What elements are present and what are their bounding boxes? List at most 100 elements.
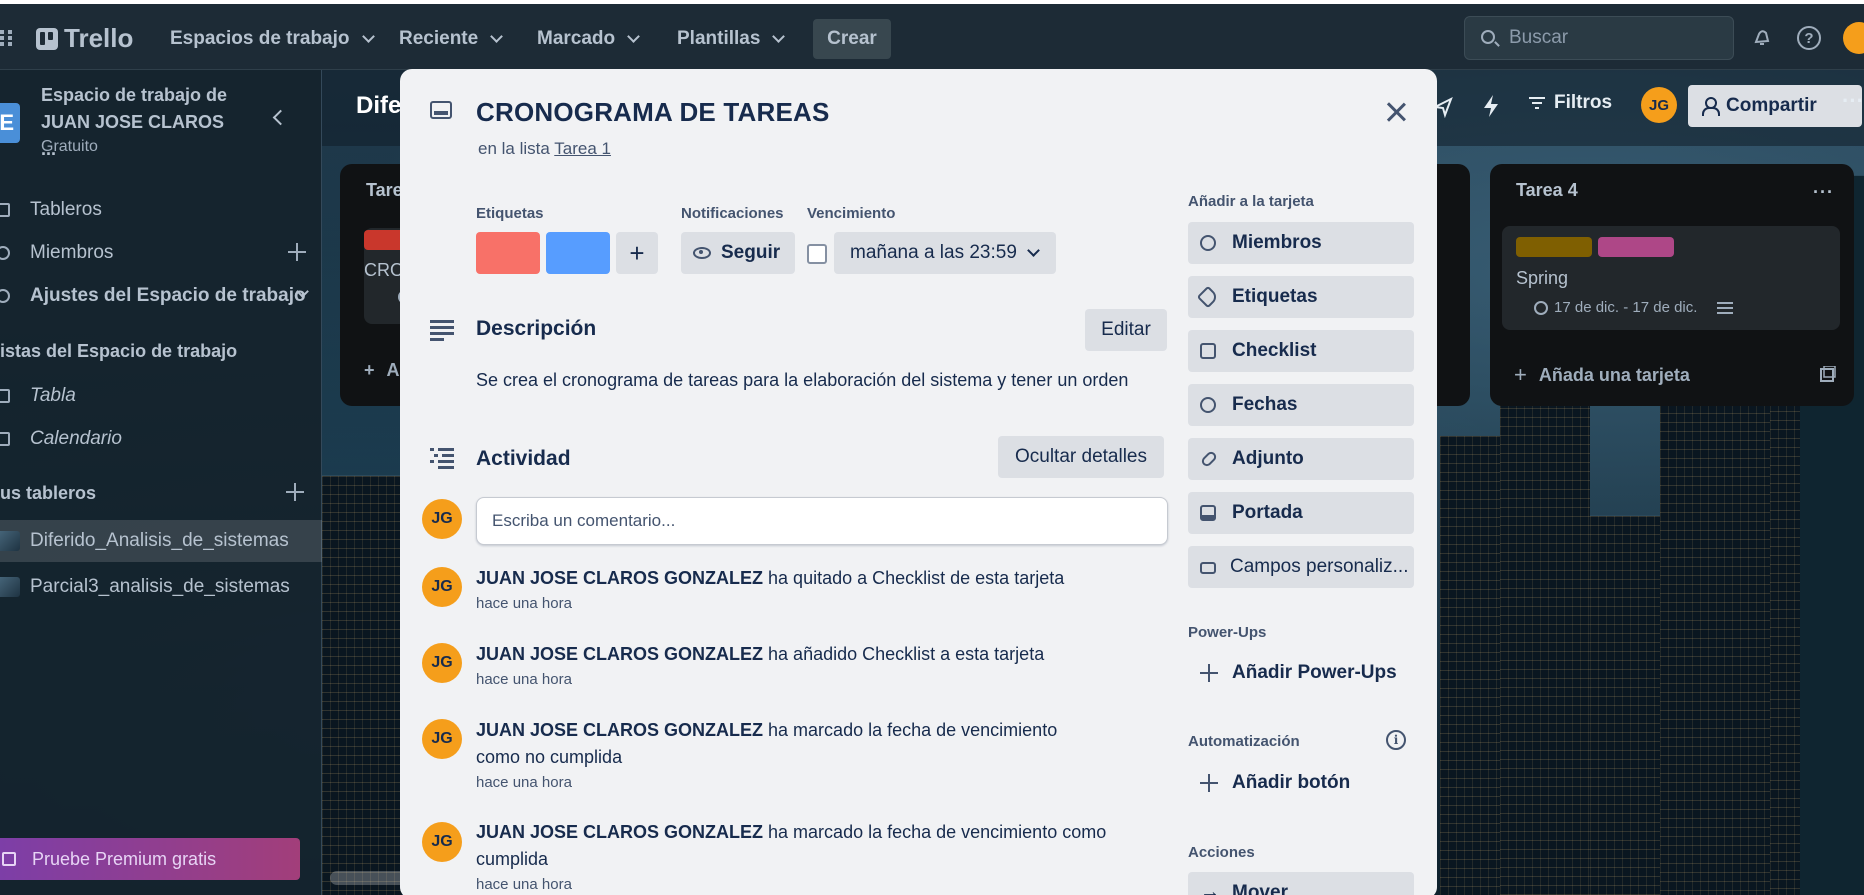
board-member-avatar[interactable]: JG: [1641, 87, 1677, 123]
add-board-icon[interactable]: [286, 483, 304, 501]
sidebar-item-label: Tableros: [30, 199, 102, 220]
list-title[interactable]: Tarea 4: [1516, 180, 1578, 201]
card-title: CRO: [364, 260, 404, 280]
automation-bolt-icon[interactable]: [1482, 94, 1500, 118]
gear-icon: [0, 289, 10, 303]
card-list-info: en la lista Tarea 1: [478, 139, 611, 159]
chevron-down-icon: [490, 30, 504, 43]
sidebar-board-item[interactable]: Diferido_Analisis_de_sistemas: [0, 520, 322, 562]
filter-icon: [1529, 97, 1545, 109]
card-template-icon[interactable]: [1820, 366, 1836, 382]
activity-user[interactable]: JUAN JOSE CLAROS GONZALEZ: [476, 822, 763, 842]
search-input[interactable]: Buscar: [1464, 16, 1734, 60]
card-label-magenta: [1598, 237, 1674, 257]
board-title[interactable]: Dife: [356, 92, 401, 120]
activity-avatar[interactable]: JG: [422, 719, 462, 759]
nav-starred[interactable]: Marcado: [537, 22, 641, 56]
comment-input[interactable]: Escriba un comentario...: [476, 497, 1168, 545]
user-avatar[interactable]: [1843, 22, 1864, 54]
activity-user[interactable]: JUAN JOSE CLAROS GONZALEZ: [476, 720, 763, 740]
sidebar-item-calendar[interactable]: Calendario: [0, 421, 322, 457]
sidebar-board-label: Diferido_Analisis_de_sistemas: [30, 530, 289, 551]
activity-time[interactable]: hace una hora: [476, 875, 1136, 895]
sidebar-item-boards[interactable]: Tableros: [0, 192, 322, 228]
premium-trial-button[interactable]: Pruebe Premium gratis: [0, 838, 300, 880]
list-title[interactable]: Tare: [366, 180, 403, 201]
help-icon[interactable]: ?: [1797, 26, 1821, 50]
app-switcher-icon[interactable]: [0, 30, 14, 46]
activity-time[interactable]: hace una hora: [476, 773, 1076, 793]
info-icon[interactable]: i: [1386, 730, 1406, 750]
activity-user[interactable]: JUAN JOSE CLAROS GONZALEZ: [476, 644, 763, 664]
list-menu-icon[interactable]: ···: [1813, 182, 1834, 203]
label-chip-blue[interactable]: [546, 232, 610, 274]
background-building: [1440, 435, 1500, 895]
edit-description-button[interactable]: Editar: [1085, 309, 1167, 351]
cover-button[interactable]: Portada: [1188, 492, 1414, 534]
plus-icon: +: [629, 237, 645, 268]
sidebar-item-settings[interactable]: Ajustes del Espacio de trabajo: [0, 278, 322, 314]
user-avatar[interactable]: JG: [422, 499, 462, 539]
collapse-sidebar-icon[interactable]: [272, 109, 289, 126]
board-thumbnail: [0, 577, 20, 597]
sidebar-board-item[interactable]: Parcial3_analisis_de_sistemas: [0, 566, 322, 608]
sidebar-item-members[interactable]: Miembros: [0, 235, 322, 271]
person-add-icon: [1702, 97, 1720, 116]
label-chip-red[interactable]: [476, 232, 540, 274]
trello-logo-text: Trello: [64, 23, 134, 53]
due-date-button[interactable]: mañana a las 23:59: [834, 232, 1056, 274]
sidebar-item-table[interactable]: Tabla: [0, 378, 322, 414]
powerups-heading: Power-Ups: [1188, 624, 1267, 641]
description-text[interactable]: Se crea el cronograma de tareas para la …: [476, 370, 1128, 391]
list-link[interactable]: Tarea 1: [554, 139, 611, 158]
add-button-button[interactable]: Añadir botón: [1188, 762, 1414, 804]
plus-icon: +: [364, 360, 375, 380]
share-label: Compartir: [1726, 95, 1817, 116]
add-powerups-button[interactable]: Añadir Power-Ups: [1188, 652, 1414, 694]
description-icon: [430, 320, 454, 341]
nav-workspaces[interactable]: Espacios de trabajo: [170, 22, 375, 56]
move-button[interactable]: → Mover: [1188, 872, 1414, 895]
nav-templates[interactable]: Plantillas: [677, 22, 786, 56]
notifications-bell-icon[interactable]: [1750, 26, 1774, 50]
notifications-heading: Notificaciones: [681, 205, 784, 222]
due-complete-checkbox[interactable]: [807, 244, 827, 264]
attachment-button[interactable]: Adjunto: [1188, 438, 1414, 480]
arrow-right-icon: →: [1200, 881, 1220, 895]
nav-recent[interactable]: Reciente: [399, 22, 504, 56]
filters-button[interactable]: Filtros: [1528, 92, 1612, 114]
person-icon: [0, 246, 10, 260]
activity-user[interactable]: JUAN JOSE CLAROS GONZALEZ: [476, 568, 763, 588]
members-button[interactable]: Miembros: [1188, 222, 1414, 264]
due-date-value: mañana a las 23:59: [850, 242, 1017, 263]
dates-button[interactable]: Fechas: [1188, 384, 1414, 426]
activity-avatar[interactable]: JG: [422, 643, 462, 683]
side-button-label: Etiquetas: [1232, 286, 1318, 307]
background-building: [1500, 335, 1590, 895]
card-title[interactable]: CRONOGRAMA DE TAREAS: [476, 97, 830, 128]
activity-avatar[interactable]: JG: [422, 567, 462, 607]
checklist-button[interactable]: Checklist: [1188, 330, 1414, 372]
board-menu-icon[interactable]: ···: [1842, 88, 1864, 114]
hide-details-button[interactable]: Ocultar detalles: [998, 436, 1164, 478]
share-button[interactable]: Compartir: [1688, 85, 1862, 127]
add-card-button[interactable]: + A: [364, 360, 400, 381]
activity-text: ha quitado a Checklist de esta tarjeta: [763, 568, 1065, 588]
labels-button[interactable]: Etiquetas: [1188, 276, 1414, 318]
add-card-button[interactable]: + Añada una tarjeta: [1514, 362, 1690, 388]
add-label-button[interactable]: +: [616, 232, 658, 274]
trello-logo[interactable]: Trello: [36, 23, 133, 54]
add-member-icon[interactable]: [288, 243, 306, 261]
activity-avatar[interactable]: JG: [422, 822, 462, 862]
activity-time[interactable]: hace una hora: [476, 594, 1156, 614]
card-detail-dialog: CRONOGRAMA DE TAREAS en la lista Tarea 1…: [400, 69, 1437, 895]
activity-time[interactable]: hace una hora: [476, 670, 1156, 690]
list-card[interactable]: Spring 17 de dic. - 17 de dic.: [1502, 226, 1840, 330]
follow-button[interactable]: Seguir: [681, 232, 795, 274]
create-button[interactable]: Crear: [813, 19, 891, 59]
activity-text: ha añadido Checklist a esta tarjeta: [763, 644, 1045, 664]
close-icon[interactable]: [1383, 99, 1409, 125]
card-dates-meta: 17 de dic. - 17 de dic.: [1534, 299, 1734, 316]
custom-fields-button[interactable]: Campos personaliz...: [1188, 546, 1414, 588]
paperclip-icon: [1199, 449, 1219, 469]
